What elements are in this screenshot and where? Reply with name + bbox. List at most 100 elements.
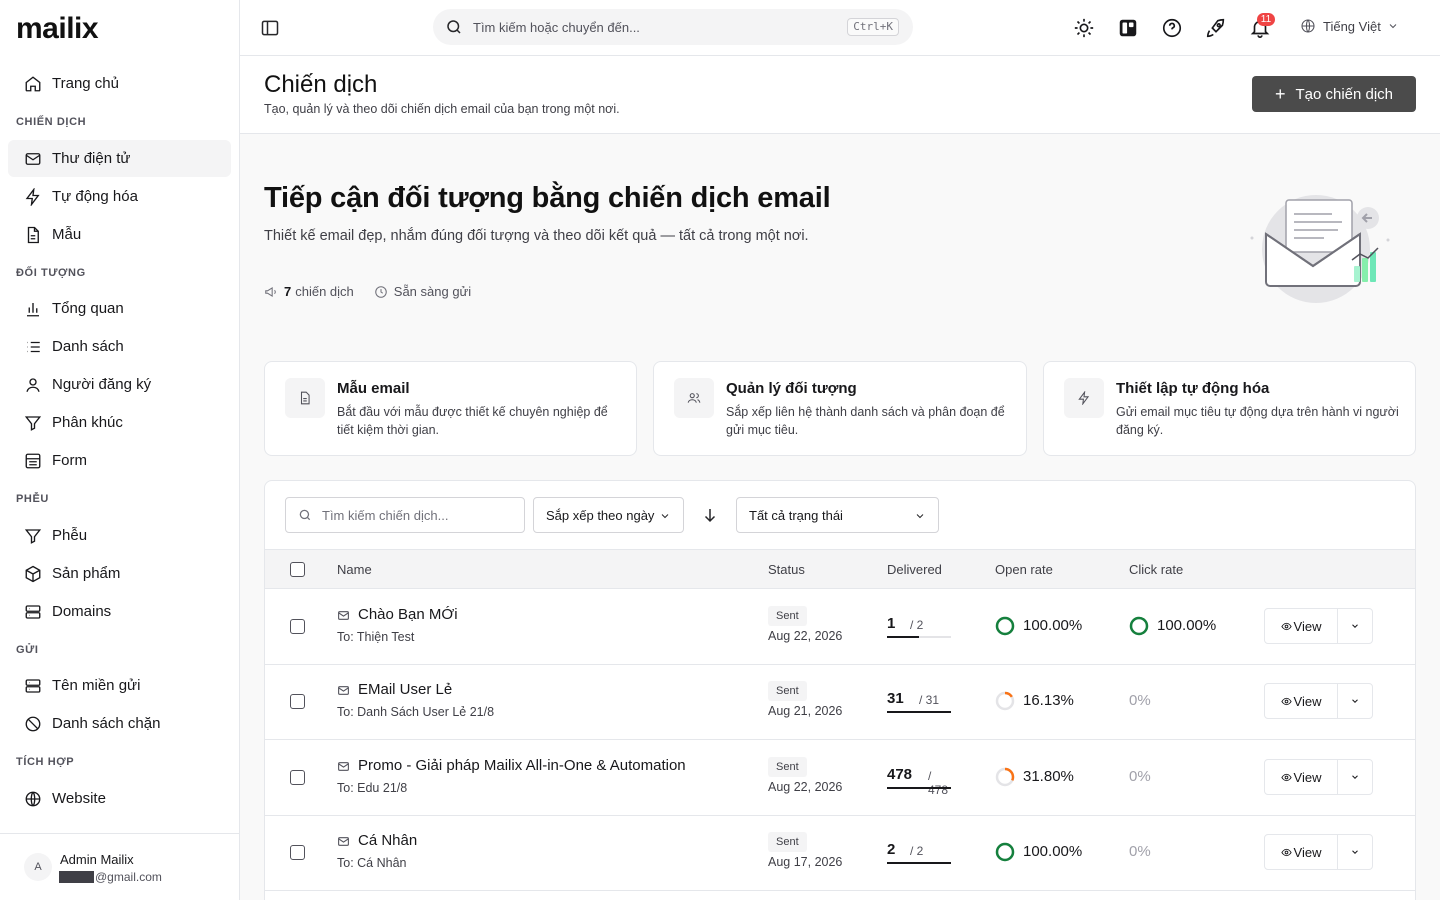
user-icon	[26, 377, 40, 392]
sidebar-item-label: Trang chủ	[52, 75, 119, 92]
rate-ring-icon	[995, 616, 1015, 636]
language-selector[interactable]: Tiếng Việt	[1300, 18, 1399, 34]
column-name[interactable]: Name	[337, 562, 372, 577]
sidebar-item-products[interactable]: Sản phẩm	[8, 555, 231, 592]
card-icon-wrap	[674, 378, 714, 418]
table-row[interactable]: Chào Bạn MỚi To: Thiện Test Sent Aug 22, 20…	[265, 589, 1415, 665]
click-rate: 100.00%	[1157, 617, 1217, 634]
column-open-rate[interactable]: Open rate	[995, 562, 1053, 577]
delivered-count: 2	[887, 841, 896, 858]
sidebar-item-templates[interactable]: Mẫu	[8, 216, 231, 253]
sidebar-item-label: Tổng quan	[52, 300, 124, 317]
mail-icon	[338, 837, 349, 846]
hero-description: Thiết kế email đẹp, nhắm đúng đối tượng …	[264, 228, 809, 244]
mail-icon	[338, 686, 349, 695]
sort-select[interactable]: Sắp xếp theo ngày	[533, 497, 684, 533]
page-title: Chiến dịch	[264, 71, 378, 98]
row-checkbox[interactable]	[290, 694, 305, 709]
bar-chart-icon	[27, 302, 39, 316]
view-button[interactable]: View	[1264, 759, 1338, 795]
sidebar-item-email[interactable]: Thư điện tử	[8, 140, 231, 177]
rate-ring-icon	[995, 767, 1015, 787]
sidebar-item-subscribers[interactable]: Người đăng ký	[8, 366, 231, 403]
open-rate: 31.80%	[1023, 768, 1074, 785]
chevron-down-icon	[1352, 775, 1358, 779]
row-actions-dropdown[interactable]	[1337, 608, 1373, 644]
table-row[interactable]: Cá Nhân To: Cá Nhân Sent Aug 17, 2026 2 / 2 10…	[265, 815, 1415, 891]
sidebar-item-overview[interactable]: Tổng quan	[8, 290, 231, 327]
sidebar-toggle-icon[interactable]	[260, 18, 280, 38]
table-row[interactable]: Promo - Giải pháp Mailix All-in-One & Au…	[265, 740, 1415, 816]
sort-direction-icon[interactable]	[701, 506, 719, 524]
sidebar-item-form[interactable]: Form	[8, 442, 231, 479]
select-all-checkbox[interactable]	[290, 562, 305, 577]
card-icon-wrap	[1064, 378, 1104, 418]
card-automation[interactable]: Thiết lập tự động hóa Gửi email mục tiêu…	[1043, 361, 1416, 456]
campaign-name[interactable]: Cá Nhân	[358, 832, 417, 849]
status-badge: Sent	[768, 606, 807, 626]
zap-icon	[25, 187, 40, 206]
help-icon[interactable]	[1161, 17, 1183, 39]
logo[interactable]: mailix	[16, 12, 99, 46]
language-label: Tiếng Việt	[1323, 18, 1381, 34]
delivered-total: / 31	[919, 693, 940, 707]
megaphone-icon	[265, 286, 276, 297]
sidebar-item-label: Người đăng ký	[52, 376, 152, 393]
sidebar-item-label: Sản phẩm	[52, 565, 121, 582]
main-content: Chiến dịch Tạo, quản lý và theo dõi chiế…	[240, 56, 1440, 900]
campaign-name[interactable]: Promo - Giải pháp Mailix All-in-One & Au…	[358, 757, 686, 774]
rocket-icon[interactable]	[1205, 17, 1227, 39]
sidebar-item-lists[interactable]: Danh sách	[8, 328, 231, 365]
view-button[interactable]: View	[1264, 834, 1338, 870]
ban-icon	[25, 716, 41, 731]
campaign-table: Tìm kiếm chiến dịch... Sắp xếp theo ngày…	[264, 480, 1416, 900]
clock-icon	[375, 285, 387, 298]
plus-icon: +	[1274, 83, 1286, 104]
view-button[interactable]: View	[1264, 608, 1338, 644]
campaign-search-input[interactable]: Tìm kiếm chiến dịch...	[285, 497, 525, 533]
sidebar-item-automation[interactable]: Tự động hóa	[8, 178, 231, 215]
sidebar-item-segments[interactable]: Phân khúc	[8, 404, 231, 441]
sidebar-item-label: Tên miền gửi	[52, 677, 141, 694]
row-actions-dropdown[interactable]	[1337, 759, 1373, 795]
rate-ring-icon	[1129, 616, 1149, 636]
row-checkbox[interactable]	[290, 770, 305, 785]
column-delivered[interactable]: Delivered	[887, 562, 942, 577]
status-filter-select[interactable]: Tất cả trạng thái	[736, 497, 939, 533]
row-checkbox[interactable]	[290, 845, 305, 860]
delivered-progress-fill	[887, 862, 951, 864]
page-subtitle: Tạo, quản lý và theo dõi chiến dịch emai…	[264, 102, 620, 116]
sidebar-item-website[interactable]: Website	[8, 780, 231, 817]
column-status[interactable]: Status	[768, 562, 805, 577]
table-header: Name Status Delivered Open rate Click ra…	[265, 549, 1415, 589]
rate-ring-icon	[995, 842, 1015, 862]
card-email-templates[interactable]: Mẫu email Bắt đầu với mẫu được thiết kế …	[264, 361, 637, 456]
sidebar-item-funnels[interactable]: Phễu	[8, 517, 231, 554]
row-actions-dropdown[interactable]	[1337, 683, 1373, 719]
column-click-rate[interactable]: Click rate	[1129, 562, 1183, 577]
delivered-stat: 31 / 31	[887, 690, 951, 714]
sidebar-item-home[interactable]: Trang chủ	[8, 65, 231, 102]
create-campaign-button[interactable]: + Tạo chiến dịch	[1252, 76, 1416, 112]
chevron-down-icon	[916, 514, 924, 519]
sent-date: Aug 21, 2026	[768, 704, 843, 718]
user-profile[interactable]: A Admin Mailix @gmail.com	[0, 833, 239, 900]
sidebar-item-label: Mẫu	[52, 226, 82, 243]
view-button[interactable]: View	[1264, 683, 1338, 719]
global-search-input[interactable]: Tìm kiếm hoặc chuyển đến... Ctrl+K	[433, 9, 913, 45]
row-actions-dropdown[interactable]	[1337, 834, 1373, 870]
sidebar-item-domains[interactable]: Domains	[8, 593, 231, 630]
card-title: Thiết lập tự động hóa	[1116, 380, 1270, 397]
sidebar-item-sending-domains[interactable]: Tên miền gửi	[8, 667, 231, 704]
card-audience[interactable]: Quản lý đối tượng Sắp xếp liên hệ thành …	[653, 361, 1027, 456]
server-icon	[25, 604, 41, 619]
delivered-progress-bar	[887, 711, 951, 713]
table-row[interactable]: EMail User Lẻ To: Danh Sách User Lẻ 21/8 S…	[265, 664, 1415, 740]
layout-icon[interactable]	[1117, 17, 1139, 39]
delivered-progress-fill	[887, 711, 951, 713]
sidebar-item-blocklist[interactable]: Danh sách chặn	[8, 705, 231, 742]
campaign-name[interactable]: EMail User Lẻ	[358, 681, 452, 698]
campaign-name[interactable]: Chào Bạn MỚi	[358, 606, 458, 623]
row-checkbox[interactable]	[290, 619, 305, 634]
sun-icon[interactable]	[1073, 17, 1095, 39]
